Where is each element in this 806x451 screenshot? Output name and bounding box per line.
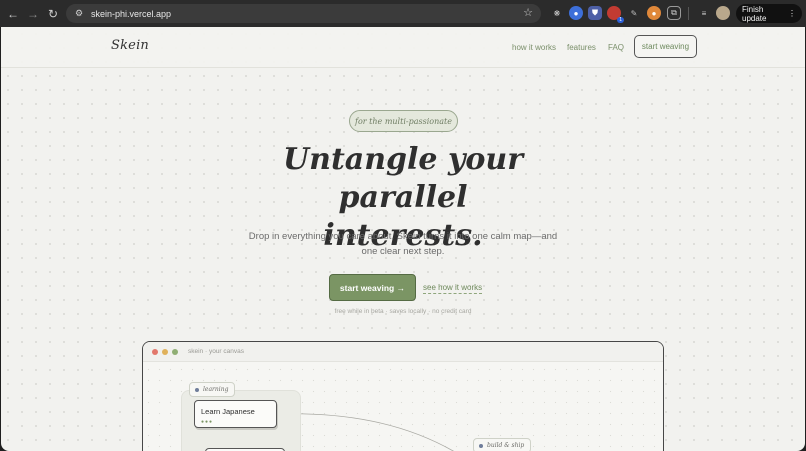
extension-blue-icon[interactable]: ●: [569, 6, 583, 20]
page-viewport: Skein how it works features FAQ start we…: [1, 27, 805, 451]
bookmark-star-icon[interactable]: ☆: [523, 6, 533, 19]
nav-how-it-works[interactable]: how it works: [512, 43, 556, 52]
extensions-puzzle-icon[interactable]: ⧉: [667, 6, 681, 20]
connector-line: [276, 413, 455, 451]
profile-avatar[interactable]: [716, 6, 730, 20]
learning-chip-label: learning: [203, 386, 229, 393]
card-progress-dots: ●●●: [201, 419, 214, 425]
learn-japanese-card[interactable]: Learn Japanese ●●●: [194, 400, 277, 428]
nav-features[interactable]: features: [567, 43, 596, 52]
audience-tag: for the multi-passionate: [349, 110, 458, 132]
browser-toolbar: ← → ↻ ⚙ skein-phi.vercel.app ☆ ❋ ● ⛊ 1 ✎…: [0, 0, 806, 27]
extension-badge: 1: [617, 17, 624, 23]
address-bar[interactable]: ⚙ skein-phi.vercel.app ☆: [66, 4, 541, 23]
site-settings-icon[interactable]: ⚙: [71, 8, 87, 19]
start-weaving-button[interactable]: start weaving →: [329, 274, 416, 301]
extension-feather-icon[interactable]: ✎: [627, 6, 641, 20]
hero-fineprint: free while in beta · saves locally · no …: [334, 308, 472, 315]
forward-icon[interactable]: →: [23, 4, 43, 24]
extension-gear-icon[interactable]: ❋: [550, 6, 564, 20]
toolbar-divider: [688, 7, 689, 20]
finish-update-label: Finish update: [742, 4, 767, 23]
hero-subtitle: Drop in everything you care about. Skein…: [248, 231, 558, 257]
see-how-it-works-link[interactable]: see how it works: [423, 283, 483, 294]
chip-bullet: [195, 388, 199, 392]
build-ship-chip[interactable]: build & ship: [473, 438, 532, 451]
reload-icon[interactable]: ↻: [43, 4, 63, 24]
extension-red-icon[interactable]: 1: [607, 6, 624, 23]
chip-bullet: [479, 444, 483, 448]
back-icon[interactable]: ←: [3, 4, 23, 24]
hero-title-line-1: Untangle your parallel: [282, 142, 524, 215]
nav-faq[interactable]: FAQ: [608, 43, 624, 52]
extension-shield-icon[interactable]: ⛊: [588, 6, 602, 20]
url-text: skein-phi.vercel.app: [91, 8, 172, 19]
canvas-preview-window: skein · your canvas learning Learn Japan…: [142, 341, 664, 451]
skein-logo[interactable]: Skein: [111, 38, 149, 53]
extension-orange-icon[interactable]: ●: [647, 6, 661, 20]
finish-update-button[interactable]: Finish update ⋮: [736, 4, 802, 23]
header-start-weaving-button[interactable]: start weaving: [634, 35, 697, 58]
card-title: Learn Japanese: [201, 407, 255, 416]
build-ship-chip-label: build & ship: [487, 442, 525, 449]
learning-chip[interactable]: learning: [189, 382, 236, 397]
site-header: Skein how it works features FAQ start we…: [1, 27, 805, 68]
kebab-menu-icon[interactable]: ⋮: [788, 9, 796, 18]
media-control-icon[interactable]: ≡: [697, 6, 711, 20]
